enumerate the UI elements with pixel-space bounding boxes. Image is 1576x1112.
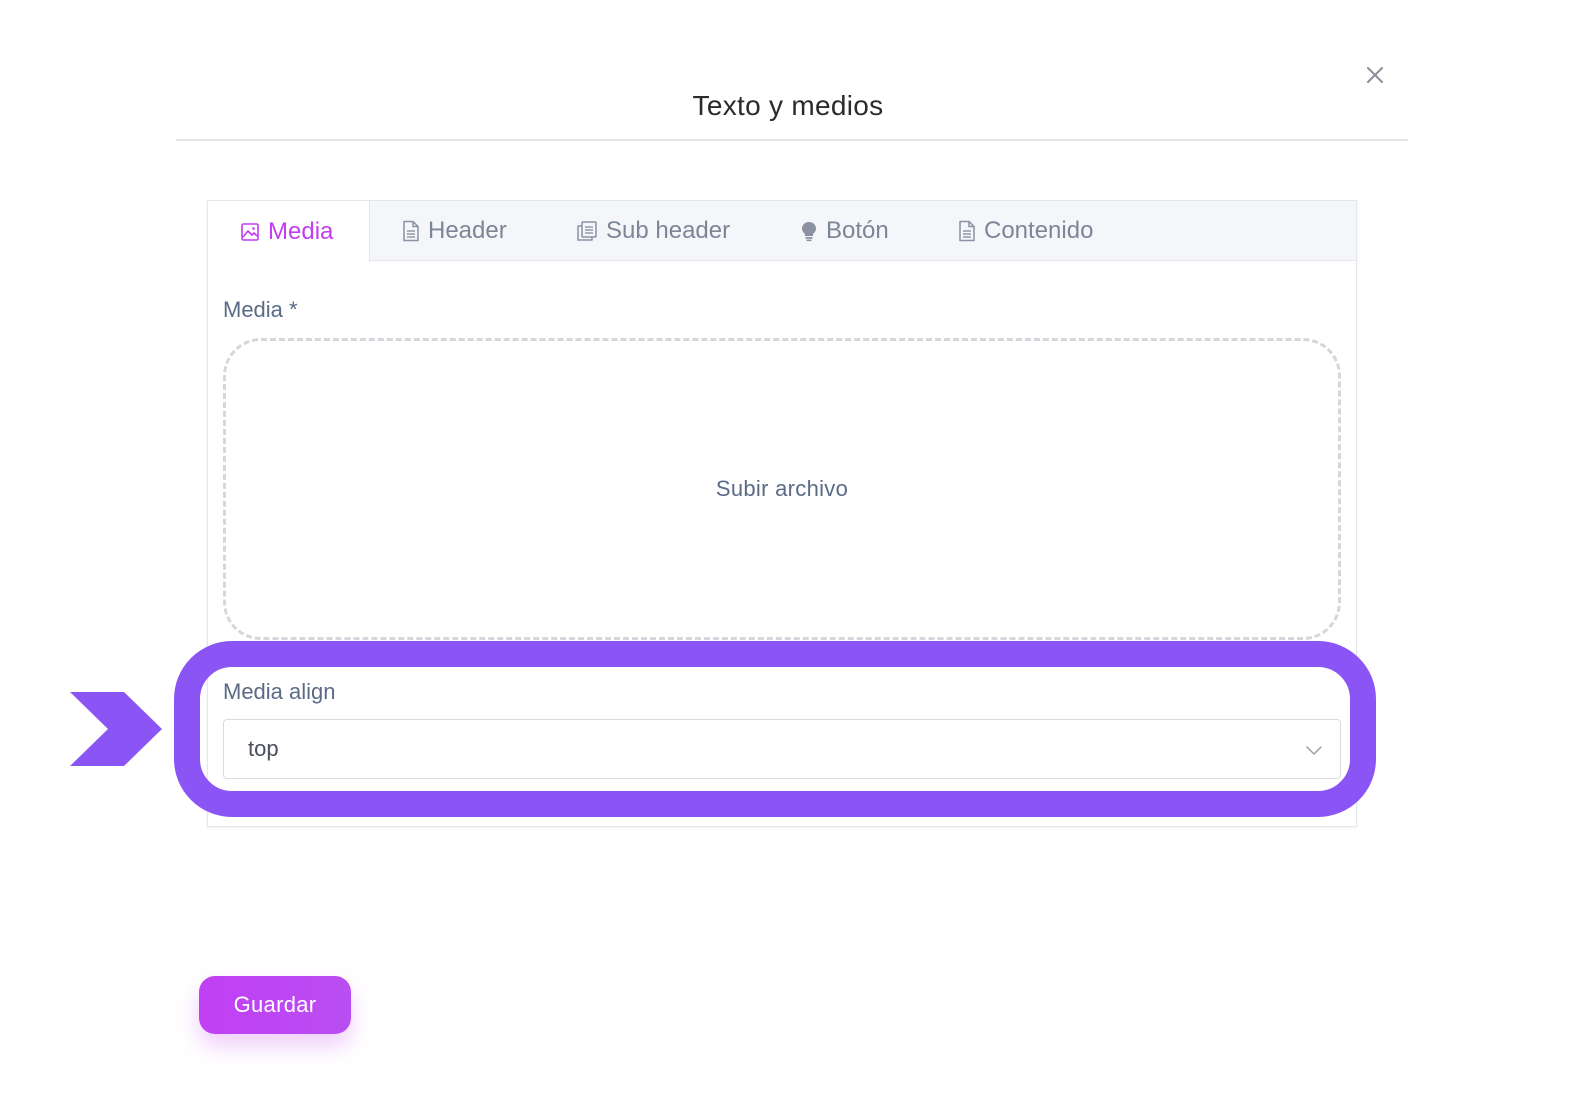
lightbulb-icon [802, 222, 816, 242]
documents-icon [577, 221, 597, 241]
tab-media[interactable]: Media [208, 201, 370, 262]
upload-text: Subir archivo [715, 476, 849, 501]
media-card: Media Header Sub header Botón Contenido … [207, 200, 1357, 827]
close-button[interactable] [1362, 62, 1388, 88]
document-icon [403, 220, 419, 242]
tab-media-label: Media [268, 217, 334, 245]
tab-bar: Media Header Sub header Botón Contenido [208, 201, 1356, 262]
tab-boton-label: Botón [826, 217, 889, 244]
tab-header-label: Header [428, 217, 507, 244]
tab-boton[interactable]: Botón [800, 201, 889, 261]
close-icon [1367, 67, 1383, 83]
save-button[interactable]: Guardar [199, 976, 351, 1034]
media-align-label: Media align [223, 679, 336, 704]
modal-page: Texto y medios Media Header Sub header B… [0, 0, 1576, 1112]
upload-dropzone[interactable]: Subir archivo [223, 338, 1341, 640]
tab-header[interactable]: Header [402, 201, 507, 261]
modal-title: Texto y medios [692, 90, 884, 121]
tab-sub-header[interactable]: Sub header [576, 201, 730, 261]
media-field-label: Media * [223, 297, 298, 322]
arrow-marker-icon [70, 692, 162, 766]
chevron-down-icon [1306, 746, 1322, 755]
tab-sub-header-label: Sub header [606, 217, 731, 244]
document-icon [959, 220, 975, 242]
image-icon [241, 222, 259, 241]
media-align-value: top [248, 736, 279, 761]
tab-contenido-label: Contenido [984, 217, 1094, 244]
tab-contenido[interactable]: Contenido [958, 201, 1093, 261]
media-align-select[interactable]: top [223, 719, 1341, 779]
title-divider [176, 139, 1408, 141]
